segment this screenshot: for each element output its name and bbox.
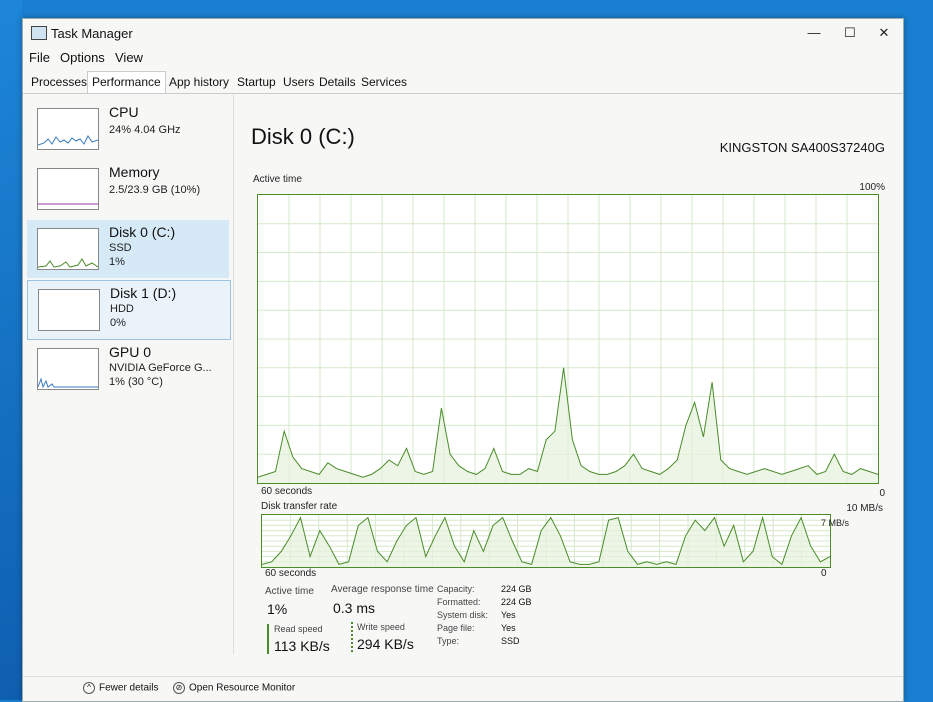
active-time-right-label: 0 [879, 488, 885, 499]
transfer-right-label: 0 [821, 568, 827, 579]
fewer-details-label: Fewer details [99, 682, 159, 694]
menu-bar: File Options View [23, 47, 903, 69]
fewer-details-button[interactable]: ^ Fewer details [83, 682, 158, 694]
transfer-rate-graph [261, 514, 831, 568]
transfer-secondary-label: 7 MB/s [820, 518, 849, 528]
transfer-max-label: 10 MB/s [846, 503, 883, 514]
transfer-left-label: 60 seconds [265, 568, 317, 579]
disk-0-thumbnail [37, 228, 99, 270]
menu-options[interactable]: Options [60, 50, 105, 65]
read-speed-bar [267, 624, 269, 654]
read-speed-value: 113 KB/s [274, 638, 330, 654]
write-speed-label: Write speed [357, 622, 405, 632]
active-time-left-label: 60 seconds [261, 486, 313, 497]
tab-details[interactable]: Details [315, 73, 360, 91]
spec-value: Yes [501, 623, 516, 633]
sidebar-item-cpu[interactable]: CPU 24% 4.04 GHz [27, 100, 229, 158]
maximize-icon[interactable]: ☐ [835, 23, 865, 43]
write-speed-value: 294 KB/s [357, 636, 414, 652]
tab-services[interactable]: Services [357, 73, 411, 91]
page-title: Disk 0 (C:) [251, 124, 355, 149]
tab-app-history[interactable]: App history [165, 73, 233, 91]
tab-performance[interactable]: Performance [87, 71, 166, 93]
sidebar-item-label: Memory [109, 164, 160, 180]
spec-label: Capacity: [437, 584, 475, 594]
spec-label: System disk: [437, 610, 489, 620]
close-icon[interactable]: ✕ [869, 23, 899, 43]
active-time-graph-label: Active time [253, 174, 302, 185]
spec-label: Formatted: [437, 597, 481, 607]
spec-label: Type: [437, 636, 460, 646]
sidebar-item-memory[interactable]: Memory 2.5/23.9 GB (10%) [27, 160, 229, 218]
disk-model: KINGSTON SA400S37240G [719, 140, 885, 155]
read-speed-label: Read speed [274, 624, 323, 634]
chevron-up-icon: ^ [83, 682, 95, 694]
write-speed-bar [351, 622, 353, 652]
sidebar-item-label: GPU 0 [109, 344, 152, 360]
active-time-stat-value: 1% [267, 601, 288, 617]
menu-file[interactable]: File [29, 50, 50, 65]
sidebar-item-disk-1[interactable]: Disk 1 (D:) HDD 0% [27, 280, 231, 340]
active-time-stat-label: Active time [265, 586, 314, 597]
tab-users[interactable]: Users [279, 73, 318, 91]
title-bar: Task Manager — ☐ ✕ [23, 19, 903, 47]
transfer-graph-label: Disk transfer rate [261, 501, 338, 512]
spec-value: 224 GB [501, 584, 532, 594]
footer-bar: ^ Fewer details ⊘ Open Resource Monitor [23, 676, 903, 701]
tab-processes[interactable]: Processes [27, 73, 91, 91]
sidebar-item-detail: NVIDIA GeForce G... [109, 362, 212, 374]
transfer-rate-chart [262, 515, 830, 567]
disk-detail-panel: Disk 0 (C:) KINGSTON SA400S37240G Active… [247, 94, 897, 654]
open-resource-monitor-label: Open Resource Monitor [189, 682, 296, 694]
menu-view[interactable]: View [115, 50, 143, 65]
sidebar-item-detail: 24% 4.04 GHz [109, 124, 181, 136]
avg-response-value: 0.3 ms [333, 600, 376, 616]
cpu-thumbnail [37, 108, 99, 150]
spec-label: Page file: [437, 623, 475, 633]
sidebar-item-detail: SSD [109, 242, 132, 254]
open-resource-monitor-link[interactable]: ⊘ Open Resource Monitor [173, 682, 295, 694]
window-title: Task Manager [51, 26, 133, 41]
desktop-background [0, 0, 22, 700]
gpu-thumbnail [37, 348, 99, 390]
minimize-icon[interactable]: — [799, 23, 829, 43]
sidebar-item-label: Disk 0 (C:) [109, 224, 176, 240]
active-time-max-label: 100% [859, 182, 885, 193]
sidebar-item-detail: 2.5/23.9 GB (10%) [109, 184, 201, 196]
sidebar-item-usage: 1% [109, 256, 125, 268]
sidebar-item-detail: HDD [110, 303, 134, 315]
avg-response-label: Average response time [331, 584, 434, 595]
sidebar-item-gpu-0[interactable]: GPU 0 NVIDIA GeForce G... 1% (30 °C) [27, 340, 229, 398]
performance-sidebar: CPU 24% 4.04 GHz Memory 2.5/23.9 GB (10%… [23, 94, 234, 654]
disk-1-thumbnail [38, 289, 100, 331]
sidebar-item-disk-0[interactable]: Disk 0 (C:) SSD 1% [27, 220, 229, 278]
spec-value: SSD [501, 636, 520, 646]
sidebar-item-label: Disk 1 (D:) [110, 285, 177, 301]
tab-bar: Processes Performance App history Startu… [23, 71, 903, 94]
tab-startup[interactable]: Startup [233, 73, 280, 91]
resource-monitor-icon: ⊘ [173, 682, 185, 694]
spec-value: Yes [501, 610, 516, 620]
task-manager-icon [31, 26, 47, 40]
spec-value: 224 GB [501, 597, 532, 607]
memory-thumbnail [37, 168, 99, 210]
sidebar-item-usage: 0% [110, 317, 126, 329]
active-time-chart [258, 195, 878, 483]
sidebar-item-label: CPU [109, 104, 139, 120]
active-time-graph [257, 194, 879, 484]
task-manager-window: Task Manager — ☐ ✕ File Options View Pro… [22, 18, 904, 702]
sidebar-item-usage: 1% (30 °C) [109, 376, 163, 388]
